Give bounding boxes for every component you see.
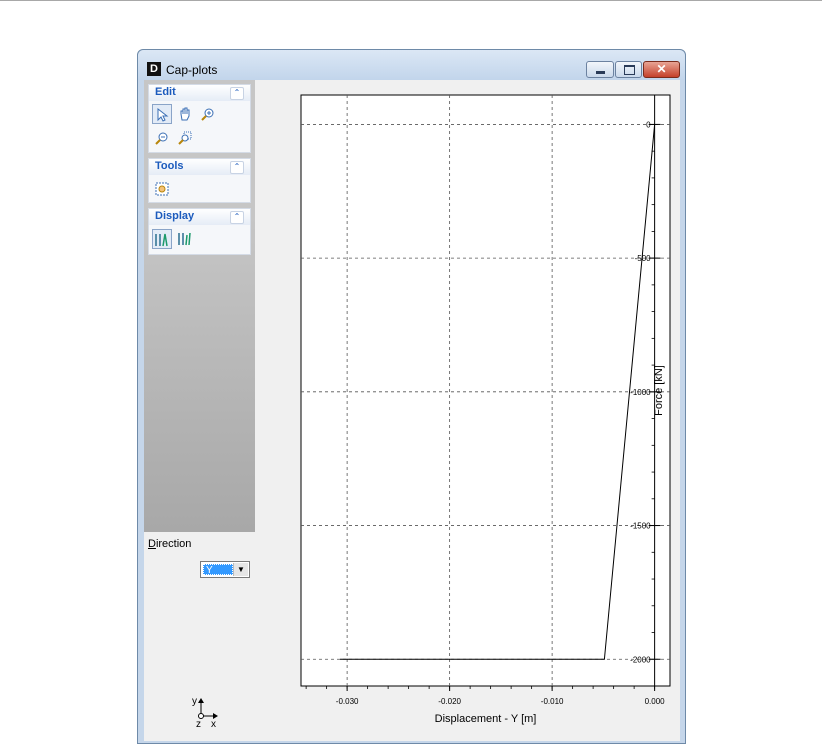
cap-plots-window: D Cap-plots ✕ Edit ⌃ Tools ⌃ Display ⌃ D… <box>137 49 686 744</box>
tools-group-header[interactable]: Tools ⌃ <box>149 159 250 175</box>
window-client: Edit ⌃ Tools ⌃ Display ⌃ Direction Y ▼ y… <box>144 80 680 741</box>
display-mode-2-button[interactable] <box>175 229 195 249</box>
close-button[interactable]: ✕ <box>643 61 680 78</box>
x-tick-label: 0.000 <box>645 697 666 706</box>
pan-tool-button[interactable] <box>175 104 195 124</box>
display-group: Display ⌃ <box>148 208 251 255</box>
direction-selected-value: Y <box>203 564 233 576</box>
y-tick-label: 0 <box>646 120 651 129</box>
direction-label-text: irection <box>155 538 192 550</box>
edit-group-header[interactable]: Edit ⌃ <box>149 85 250 101</box>
plot-frame <box>300 94 671 687</box>
minimize-button[interactable] <box>586 61 614 78</box>
coordinate-axes-icon: y z x <box>192 696 218 730</box>
close-icon: ✕ <box>656 62 667 76</box>
display-mode-2-icon <box>178 232 191 246</box>
tools-group-title: Tools <box>155 160 184 172</box>
direction-label-accel: D <box>148 538 156 550</box>
left-tool-panel: Edit ⌃ Tools ⌃ Display ⌃ Direction Y ▼ y… <box>144 80 255 741</box>
collapse-icon[interactable]: ⌃ <box>230 161 244 174</box>
zoom-window-icon <box>178 131 192 145</box>
y-tick-label: -1000 <box>630 388 651 397</box>
y-tick-label: -1500 <box>630 522 651 531</box>
display-group-header[interactable]: Display ⌃ <box>149 209 250 225</box>
y-axis-label: Force [kN] <box>653 365 665 416</box>
zoom-window-tool-button[interactable] <box>175 128 195 148</box>
export-icon <box>155 182 169 196</box>
y-tick-label: -2000 <box>630 655 651 664</box>
maximize-button[interactable] <box>615 61 642 78</box>
title-bar[interactable]: D Cap-plots ✕ <box>138 50 685 80</box>
svg-text:x: x <box>211 719 216 730</box>
app-icon: D <box>147 62 161 76</box>
zoom-in-icon <box>201 108 214 121</box>
x-tick-label: -0.010 <box>541 697 564 706</box>
edit-group-title: Edit <box>155 86 176 98</box>
pan-icon <box>180 107 190 121</box>
edit-group: Edit ⌃ <box>148 84 251 153</box>
minimize-icon <box>596 71 605 74</box>
plot-area[interactable]: 0 -500 -1000 -1500 -2000 -0.030 -0.020 -0.010 0.… <box>261 80 680 741</box>
x-axis-label: Displacement - Y [m] <box>435 713 537 725</box>
collapse-icon[interactable]: ⌃ <box>230 87 244 100</box>
export-tool-button[interactable] <box>152 179 172 199</box>
svg-text:y: y <box>192 696 197 707</box>
display-mode-1-button[interactable] <box>152 229 172 249</box>
maximize-icon <box>624 65 635 75</box>
zoom-out-tool-button[interactable] <box>152 128 172 148</box>
force-displacement-chart[interactable]: 0 -500 -1000 -1500 -2000 -0.030 -0.020 -0.010 0.… <box>261 80 680 741</box>
tools-group: Tools ⌃ <box>148 158 251 203</box>
display-mode-1-icon <box>155 233 168 247</box>
svg-text:z: z <box>196 719 201 730</box>
chevron-down-icon[interactable]: ▼ <box>233 563 248 576</box>
y-tick-label: -500 <box>635 254 652 263</box>
display-group-title: Display <box>155 210 195 222</box>
direction-label: Direction <box>148 538 191 550</box>
zoom-in-tool-button[interactable] <box>198 104 218 124</box>
top-separator-line <box>0 0 822 1</box>
select-icon <box>157 107 169 122</box>
x-tick-label: -0.030 <box>336 697 359 706</box>
window-title: Cap-plots <box>166 63 218 77</box>
zoom-out-icon <box>155 132 168 145</box>
collapse-icon[interactable]: ⌃ <box>230 211 244 224</box>
x-tick-label: -0.020 <box>438 697 461 706</box>
direction-select[interactable]: Y ▼ <box>200 561 250 578</box>
select-tool-button[interactable] <box>152 104 172 124</box>
